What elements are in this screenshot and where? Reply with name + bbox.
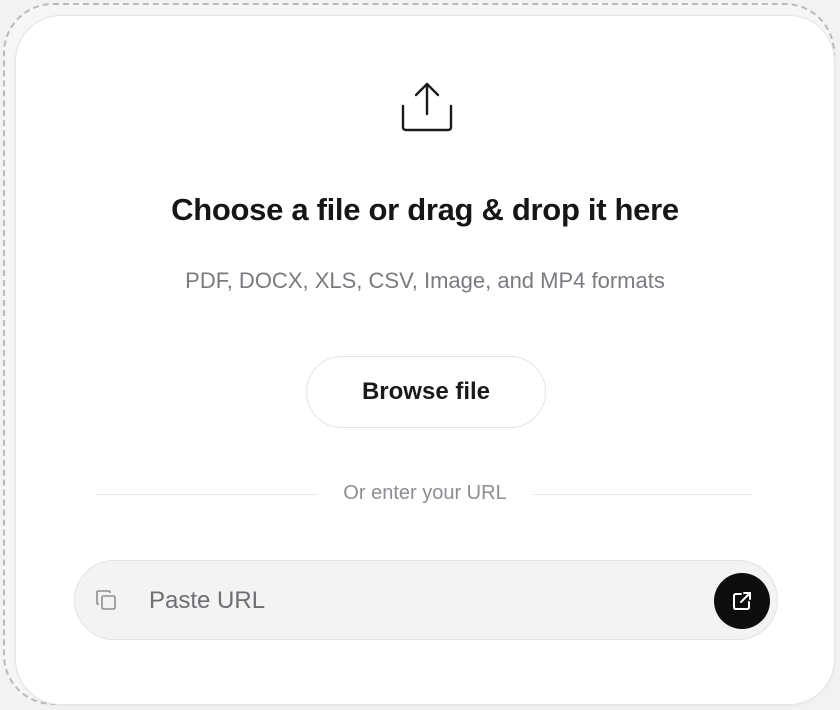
external-link-icon — [733, 592, 751, 610]
dropzone-title: Choose a file or drag & drop it here — [171, 192, 679, 227]
upload-icon — [401, 82, 453, 132]
divider-text: Or enter your URL — [343, 482, 507, 504]
copy-icon[interactable] — [94, 588, 118, 612]
url-bar — [74, 560, 778, 640]
dropzone-outline[interactable]: Choose a file or drag & drop it here PDF… — [3, 3, 835, 705]
open-url-button[interactable] — [714, 573, 770, 629]
browse-file-button[interactable]: Browse file — [306, 356, 546, 428]
divider-line-right — [533, 494, 753, 495]
upload-card[interactable]: Choose a file or drag & drop it here PDF… — [15, 15, 835, 705]
supported-formats: PDF, DOCX, XLS, CSV, Image, and MP4 form… — [185, 268, 665, 293]
url-input[interactable] — [147, 579, 691, 623]
divider-line-left — [97, 494, 317, 495]
